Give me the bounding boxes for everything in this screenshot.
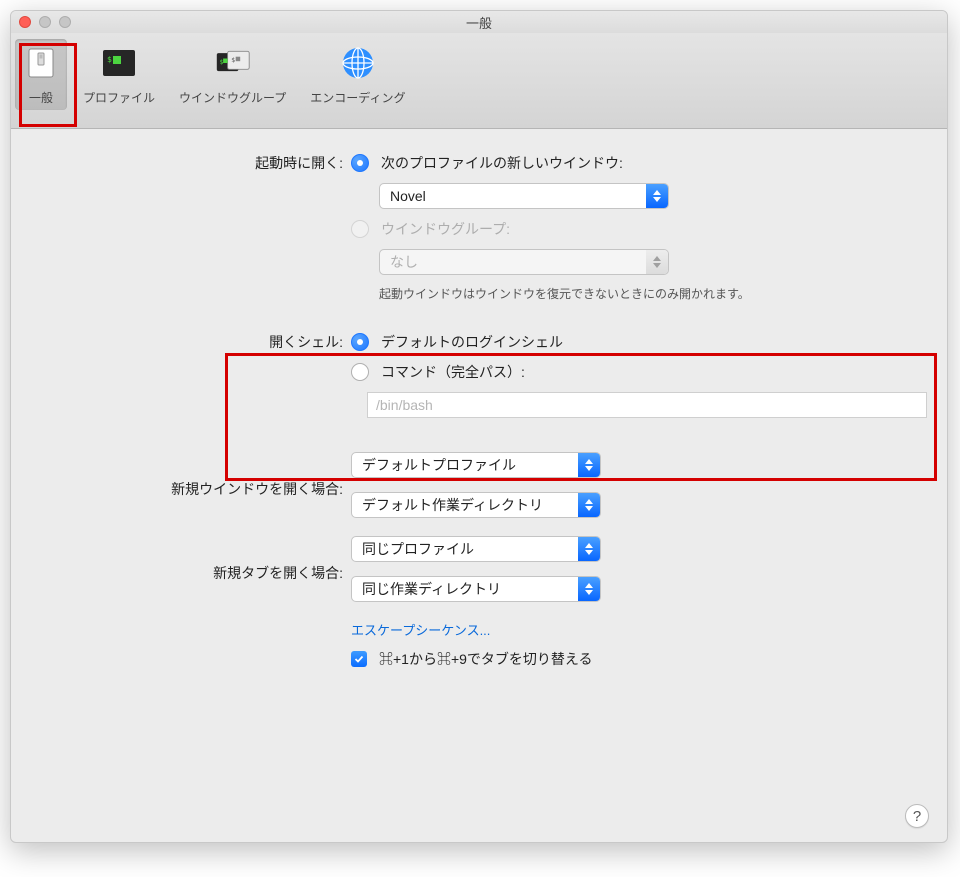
svg-text:$: $	[231, 57, 235, 64]
window-groups-icon: $$	[215, 45, 251, 81]
preferences-toolbar: 一般 $ プロファイル $$ ウインドウグループ エンコーディング	[11, 33, 947, 129]
new-window-dir-value: デフォルト作業ディレクトリ	[362, 495, 578, 515]
radio-command-full-path-label: コマンド（完全パス）:	[381, 362, 525, 382]
new-window-profile-select[interactable]: デフォルトプロファイル	[351, 452, 601, 478]
new-tab-dir-select[interactable]: 同じ作業ディレクトリ	[351, 576, 601, 602]
toolbar-tab-general[interactable]: 一般	[15, 39, 67, 110]
preferences-window: 一般 一般 $ プロファイル $$ ウインドウグループ エンコーディング	[10, 10, 948, 843]
toolbar-tab-label: 一般	[29, 89, 53, 106]
general-icon	[23, 45, 59, 81]
toolbar-tab-profiles[interactable]: $ プロファイル	[75, 39, 163, 110]
chevron-updown-icon	[578, 537, 600, 561]
svg-text:$: $	[107, 55, 112, 64]
titlebar: 一般	[11, 11, 947, 33]
new-tab-profile-select[interactable]: 同じプロファイル	[351, 536, 601, 562]
help-icon: ?	[913, 808, 921, 825]
command-path-placeholder: /bin/bash	[376, 397, 433, 413]
chevron-updown-icon	[578, 493, 600, 517]
on-startup-label: 起動時に開く:	[31, 153, 351, 173]
startup-group-select-value: なし	[390, 252, 418, 272]
new-tab-profile-value: 同じプロファイル	[362, 539, 578, 559]
cmd-1-9-switch-tabs-checkbox[interactable]	[351, 651, 367, 667]
radio-new-window-with-profile[interactable]	[351, 154, 369, 172]
new-window-profile-value: デフォルトプロファイル	[362, 455, 578, 475]
startup-hint: 起動ウインドウはウインドウを復元できないときにのみ開かれます。	[379, 285, 750, 302]
chevron-updown-icon	[646, 250, 668, 274]
chevron-updown-icon	[578, 453, 600, 477]
radio-window-group[interactable]	[351, 220, 369, 238]
toolbar-tab-encoding[interactable]: エンコーディング	[302, 39, 413, 110]
toolbar-tab-label: エンコーディング	[310, 89, 405, 106]
radio-window-group-label: ウインドウグループ:	[381, 219, 510, 239]
startup-profile-select-value: Novel	[390, 188, 426, 204]
command-path-input[interactable]: /bin/bash	[367, 392, 927, 418]
toolbar-tab-label: プロファイル	[83, 89, 155, 106]
radio-new-window-with-profile-label: 次のプロファイルの新しいウインドウ:	[381, 153, 623, 173]
radio-command-full-path[interactable]	[351, 363, 369, 381]
new-windows-open-with-label: 新規ウインドウを開く場合:	[31, 479, 351, 499]
chevron-updown-icon	[646, 184, 668, 208]
new-tabs-open-with-label: 新規タブを開く場合:	[31, 563, 351, 583]
escape-sequences-link[interactable]: エスケープシーケンス...	[351, 620, 490, 639]
general-pane: 起動時に開く: 次のプロファイルの新しいウインドウ: Novel	[11, 129, 947, 703]
encoding-icon	[340, 45, 376, 81]
help-button[interactable]: ?	[905, 804, 929, 828]
new-window-dir-select[interactable]: デフォルト作業ディレクトリ	[351, 492, 601, 518]
toolbar-tab-window-groups[interactable]: $$ ウインドウグループ	[171, 39, 294, 110]
chevron-updown-icon	[578, 577, 600, 601]
radio-default-login-shell[interactable]	[351, 333, 369, 351]
svg-text:$: $	[219, 59, 223, 66]
new-tab-dir-value: 同じ作業ディレクトリ	[362, 579, 578, 599]
window-title: 一般	[11, 13, 947, 32]
shells-open-with-label: 開くシェル:	[31, 332, 351, 352]
radio-default-login-shell-label: デフォルトのログインシェル	[381, 332, 563, 352]
toolbar-tab-label: ウインドウグループ	[179, 89, 286, 106]
cmd-1-9-switch-tabs-label: ⌘+1から⌘+9でタブを切り替える	[379, 649, 593, 669]
profiles-icon: $	[101, 45, 137, 81]
startup-profile-select[interactable]: Novel	[379, 183, 669, 209]
startup-group-select: なし	[379, 249, 669, 275]
